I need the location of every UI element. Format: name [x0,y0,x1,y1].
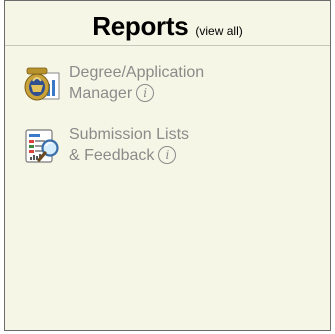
item-title-line2: & Feedback i [69,145,189,166]
report-item-degree-application-manager[interactable]: Degree/Application Manager i [23,62,204,105]
info-icon[interactable]: i [158,146,177,164]
item-title-line1: Submission Lists [69,126,190,143]
reports-panel: Reports (view all) Degree/Application Ma… [4,0,331,331]
report-item-submission-lists-feedback[interactable]: Submission Lists & Feedback i [23,124,189,167]
item-text: Degree/Application Manager i [69,62,204,104]
item-text: Submission Lists & Feedback i [69,124,189,166]
ffa-emblem-report-icon [24,67,60,101]
item-title-line1: Degree/Application [69,64,205,81]
view-all-link[interactable]: (view all) [195,24,242,38]
item-title-line2: Manager i [69,83,204,104]
info-icon[interactable]: i [136,84,155,102]
item-title-line2-text: Manager [69,85,133,102]
panel-header: Reports (view all) [5,1,330,46]
item-title-line2-text: & Feedback [69,147,155,164]
report-magnifier-icon [25,129,59,163]
panel-title: Reports [92,11,189,41]
